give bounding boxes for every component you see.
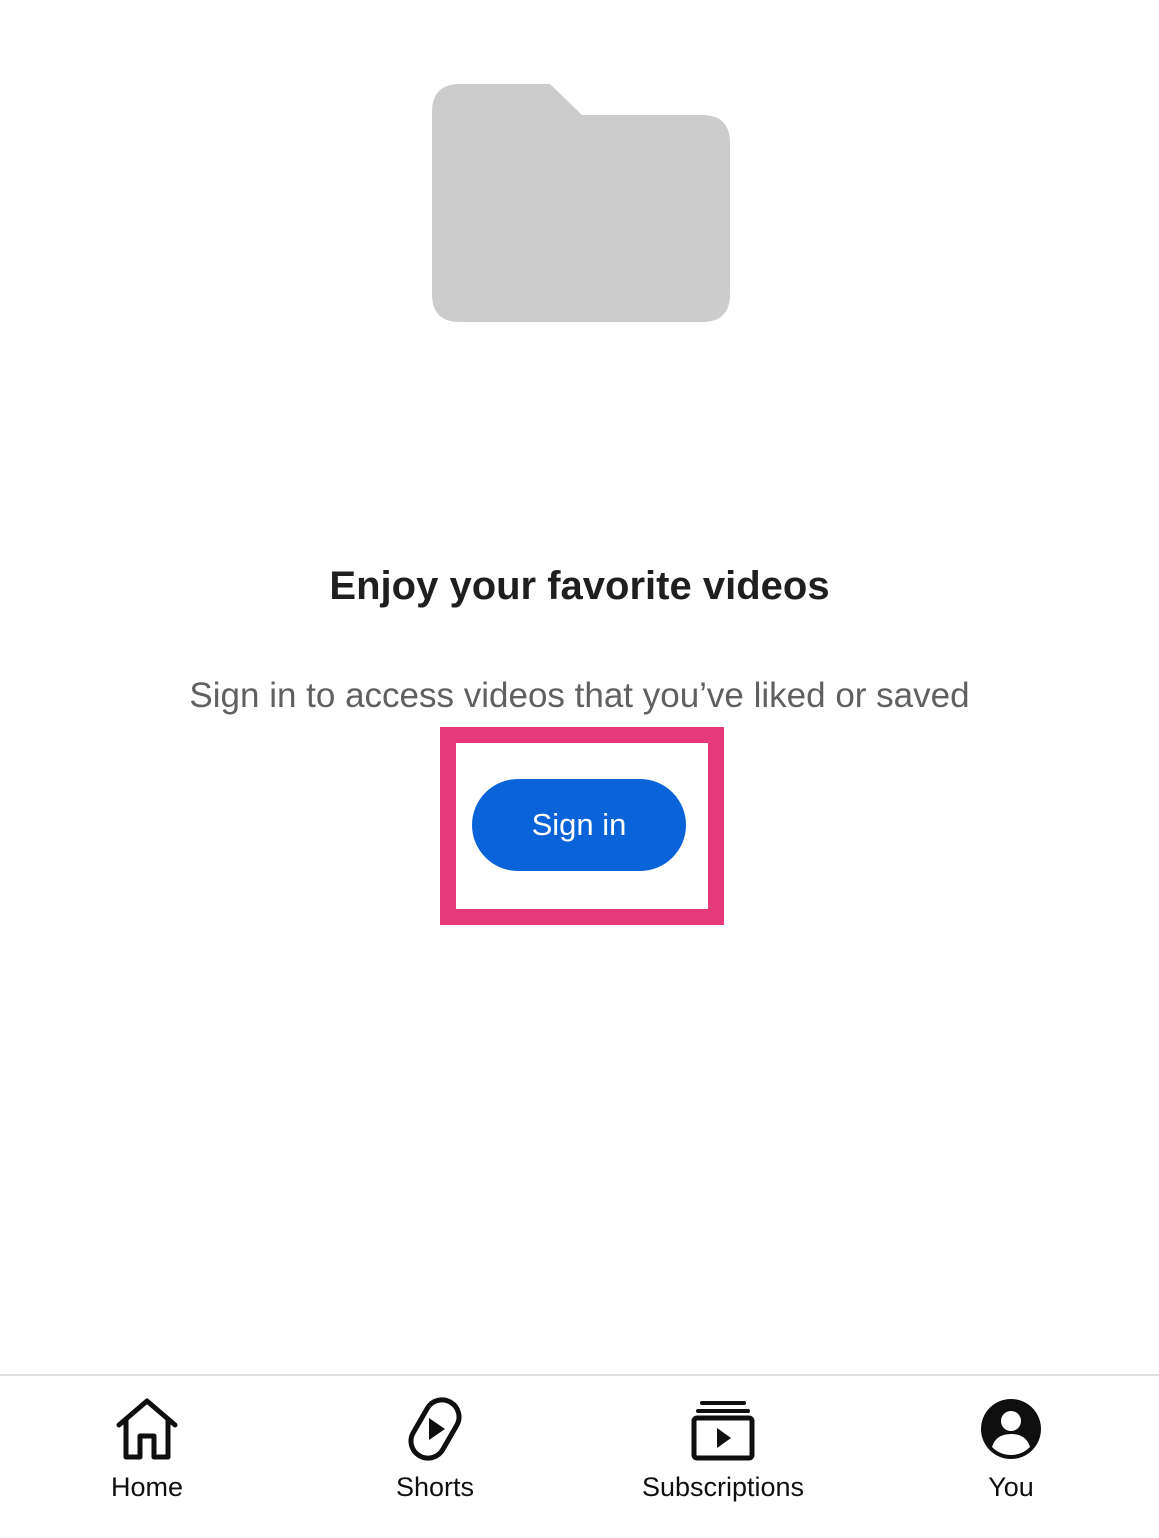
nav-item-subscriptions[interactable]: Subscriptions <box>598 1376 848 1536</box>
nav-item-shorts[interactable]: Shorts <box>310 1376 560 1536</box>
sign-in-button[interactable]: Sign in <box>472 779 686 871</box>
folder-icon <box>432 84 730 322</box>
nav-item-you[interactable]: You <box>886 1376 1136 1536</box>
nav-label-home: Home <box>110 1472 184 1502</box>
page-title: Enjoy your favorite videos <box>329 564 830 608</box>
empty-state-description: Sign in to access videos that you’ve lik… <box>189 676 970 715</box>
nav-label-shorts: Shorts <box>395 1472 475 1502</box>
account-icon <box>981 1399 1041 1459</box>
home-icon <box>116 1398 178 1460</box>
bottom-navigation: Home Shorts Subscriptions You <box>0 1374 1159 1538</box>
shorts-icon <box>408 1397 462 1461</box>
nav-item-home[interactable]: Home <box>22 1376 272 1536</box>
nav-label-subscriptions: Subscriptions <box>641 1472 805 1502</box>
subscriptions-icon <box>691 1401 755 1461</box>
nav-label-you: You <box>988 1472 1034 1502</box>
